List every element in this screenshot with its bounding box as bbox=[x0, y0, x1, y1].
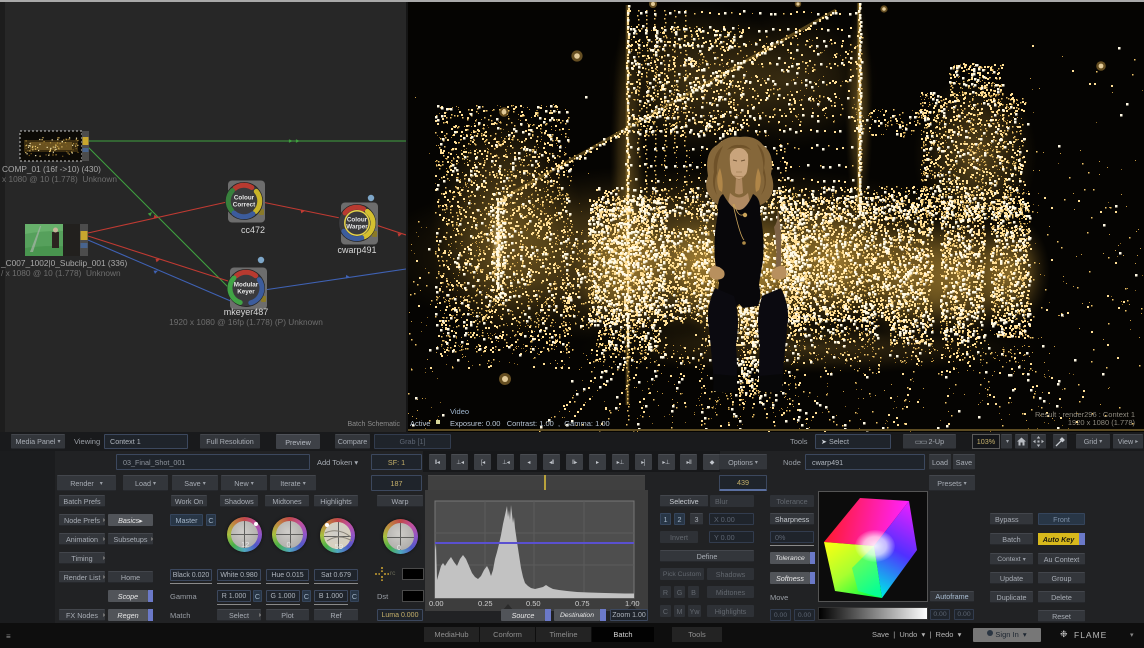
svg-text:_C007_1002|0_Subclip_001 (336): _C007_1002|0_Subclip_001 (336) bbox=[0, 258, 127, 268]
svg-text:1920 x 1080 (1.778): 1920 x 1080 (1.778) bbox=[1068, 418, 1136, 427]
svg-text:COMP_01 (16f ->10) (430): COMP_01 (16f ->10) (430) bbox=[2, 164, 101, 174]
svg-text:Active: Active bbox=[410, 419, 430, 428]
svg-text:cwarp491: cwarp491 bbox=[337, 245, 376, 255]
svg-text:x 1080 @ 10 (1.778) Unknown: x 1080 @ 10 (1.778) Unknown bbox=[2, 174, 117, 184]
svg-text:/ x 1080 @ 10 (1.778) Unknown: / x 1080 @ 10 (1.778) Unknown bbox=[1, 268, 121, 278]
svg-text:Correct: Correct bbox=[233, 202, 256, 209]
svg-text:Colour: Colour bbox=[347, 217, 368, 224]
svg-text:1920 x 1080 @ 16fp (1.778) (P): 1920 x 1080 @ 16fp (1.778) (P) Unknown bbox=[169, 317, 323, 327]
svg-text:Video: Video bbox=[450, 407, 469, 416]
svg-text:cc472: cc472 bbox=[241, 225, 265, 235]
svg-text:Exposure: 0.00 Contrast: 1.0: Exposure: 0.00 Contrast: 1.00 , Gamma: 1… bbox=[450, 419, 610, 428]
svg-text:Modular: Modular bbox=[234, 282, 259, 289]
svg-text:Batch Schematic: Batch Schematic bbox=[347, 421, 400, 428]
svg-text:mkeyer487: mkeyer487 bbox=[224, 307, 269, 317]
svg-text:Colour: Colour bbox=[234, 195, 255, 202]
svg-text:Warper: Warper bbox=[346, 224, 368, 231]
svg-text:Keyer: Keyer bbox=[237, 289, 255, 296]
